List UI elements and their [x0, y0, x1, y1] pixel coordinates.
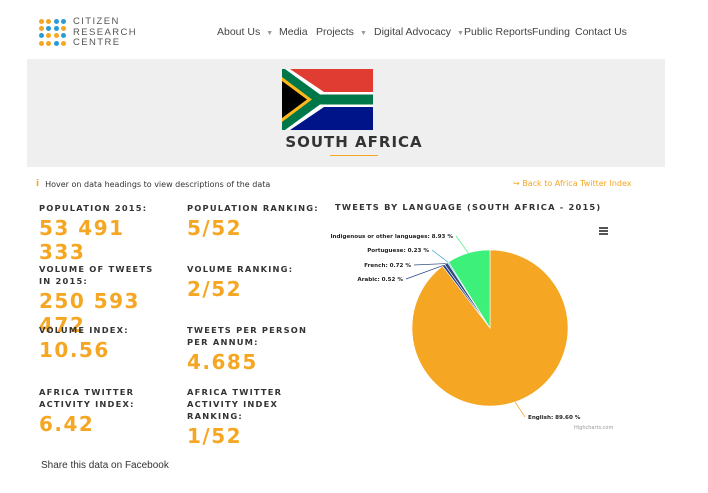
pie-label: Arabic: 0.52 %: [357, 277, 403, 283]
pie-label: French: 0.72 %: [364, 263, 411, 269]
stat-activity-index: AFRICA TWITTER ACTIVITY INDEX: 6.42: [39, 386, 179, 436]
logo-dots-icon: [39, 18, 67, 47]
logo-wordmark: CITIZEN RESEARCH CENTRE: [73, 16, 137, 49]
stat-value: 53 491 333: [39, 216, 125, 264]
stat-value: 4.685: [187, 350, 258, 374]
stat-label[interactable]: VOLUME OF TWEETS IN 2015:: [39, 263, 154, 287]
language-pie-chart: English: 89.60 % Arabic: 0.52 % French: 0.…: [330, 234, 581, 421]
stat-label[interactable]: TWEETS PER PERSON PER ANNUM:: [187, 324, 312, 348]
stat-label[interactable]: AFRICA TWITTER ACTIVITY INDEX RANKING:: [187, 386, 315, 422]
pie-connector: [413, 263, 447, 266]
stat-label[interactable]: POPULATION RANKING:: [187, 202, 327, 214]
nav-digital-advocacy[interactable]: Digital Advocacy ▼: [374, 26, 464, 38]
site-logo[interactable]: CITIZEN RESEARCH CENTRE: [39, 16, 137, 49]
logo-line-1: CITIZEN: [73, 16, 120, 27]
stat-population: POPULATION 2015: 53 491 333: [39, 202, 179, 264]
chart-title[interactable]: TWEETS BY LANGUAGE (SOUTH AFRICA - 2015): [335, 202, 601, 212]
stat-tweets-per-person: TWEETS PER PERSON PER ANNUM: 4.685: [187, 324, 327, 374]
pie-label: Portuguese: 0.23 %: [367, 248, 429, 254]
south-africa-flag: [282, 69, 373, 130]
stat-label[interactable]: VOLUME INDEX:: [39, 324, 179, 336]
back-to-index-link[interactable]: ↪ Back to Africa Twitter Index: [513, 179, 632, 188]
share-facebook-link[interactable]: Share this data on Facebook: [41, 460, 169, 471]
stat-activity-ranking: AFRICA TWITTER ACTIVITY INDEX RANKING: 1…: [187, 386, 327, 448]
stat-value: 6.42: [39, 412, 95, 436]
logo-line-3: CENTRE: [73, 37, 121, 48]
stat-value: 2/52: [187, 277, 243, 301]
stat-volume-ranking: VOLUME RANKING: 2/52: [187, 263, 327, 301]
stat-value: 5/52: [187, 216, 243, 240]
title-underline: [330, 155, 378, 156]
stat-label[interactable]: AFRICA TWITTER ACTIVITY INDEX:: [39, 386, 167, 410]
stat-value: 1/52: [187, 424, 243, 448]
hover-hint: i Hover on data headings to view descrip…: [36, 179, 270, 189]
stat-volume-index: VOLUME INDEX: 10.56: [39, 324, 179, 362]
hint-text: Hover on data headings to view descripti…: [45, 179, 271, 189]
stat-label[interactable]: VOLUME RANKING:: [187, 263, 327, 275]
info-icon: i: [36, 179, 40, 189]
nav-public-reports[interactable]: Public Reports: [464, 26, 532, 38]
pie-connector: [455, 235, 469, 254]
nav-media[interactable]: Media: [279, 26, 308, 38]
pie-label: English: 89.60 %: [528, 415, 581, 421]
stat-value: 10.56: [39, 338, 110, 362]
chart-credit[interactable]: Highcharts.com: [574, 425, 613, 431]
chevron-down-icon: ▼: [457, 30, 464, 37]
stat-label[interactable]: POPULATION 2015:: [39, 202, 179, 214]
nav-projects[interactable]: Projects ▼: [316, 26, 367, 38]
pie-connector: [514, 401, 526, 418]
pie-connector: [431, 249, 449, 263]
pie-label: Indigenous or other languages: 8.93 %: [330, 234, 453, 240]
nav-funding[interactable]: Funding: [532, 26, 570, 38]
back-arrow-icon: ↪: [513, 179, 520, 188]
chevron-down-icon: ▼: [359, 30, 367, 37]
nav-about-us[interactable]: About Us ▼: [217, 26, 273, 38]
country-title: SOUTH AFRICA: [285, 133, 423, 151]
stat-population-ranking: POPULATION RANKING: 5/52: [187, 202, 327, 240]
chevron-down-icon: ▼: [266, 30, 274, 37]
nav-contact-us[interactable]: Contact Us: [575, 26, 627, 38]
